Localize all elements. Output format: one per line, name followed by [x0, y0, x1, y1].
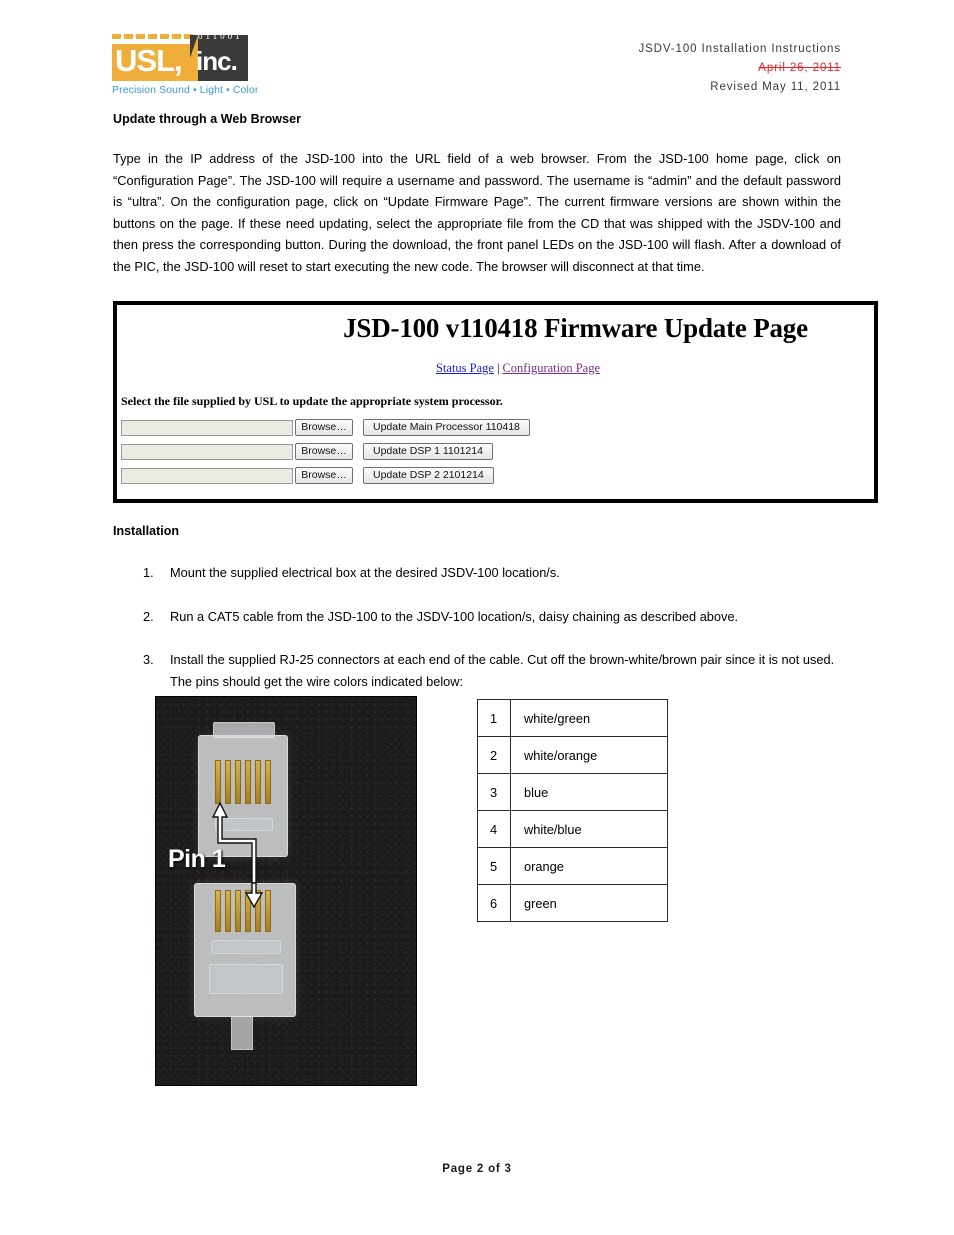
step-text: Run a CAT5 cable from the JSD-100 to the…: [170, 608, 739, 624]
logo-text-usl: USL,: [115, 43, 183, 78]
table-row: 4 white/blue: [477, 810, 668, 848]
page-footer: Page 2 of 3: [0, 1163, 954, 1175]
wire-color-cell: white/blue: [510, 810, 668, 848]
wire-color-cell: orange: [510, 847, 668, 885]
logo-dash: [124, 34, 133, 39]
logo-binary-digits: 011001: [198, 31, 243, 41]
logo-dash: [148, 34, 157, 39]
firmware-page-nav-links: Status Page | Configuration Page: [117, 361, 874, 376]
step-text: Mount the supplied electrical box at the…: [170, 565, 560, 580]
header-revised-date: Revised May 11, 2011: [710, 81, 841, 93]
firmware-update-rows: Browse… Update Main Processor 110418 Bro…: [117, 419, 874, 484]
installation-step: 1. Mount the supplied electrical box at …: [113, 562, 841, 584]
table-row: 1 white/green: [477, 699, 668, 737]
browse-button-dsp1[interactable]: Browse…: [295, 443, 353, 460]
usl-logo: 011001 USL, inc. Precision Sound • Light…: [112, 31, 259, 96]
pin-number-cell: 1: [477, 699, 511, 737]
pin-number-cell: 3: [477, 773, 511, 811]
firmware-row-dsp1: Browse… Update DSP 1 1101214: [121, 443, 874, 460]
document-page: 011001 USL, inc. Precision Sound • Light…: [0, 0, 954, 1235]
table-row: 5 orange: [477, 847, 668, 885]
logo-tagline: Precision Sound • Light • Color: [112, 84, 259, 96]
pin-number-cell: 6: [477, 884, 511, 922]
logo-body: USL, inc.: [112, 35, 248, 81]
file-path-input-dsp1[interactable]: [121, 443, 293, 460]
pin1-caption: Pin 1: [168, 845, 226, 873]
step-text: Install the supplied RJ-25 connectors at…: [170, 652, 835, 689]
update-dsp1-button[interactable]: Update DSP 1 1101214: [363, 443, 493, 460]
firmware-update-page-screenshot: JSD-100 v110418 Firmware Update Page Sta…: [113, 301, 878, 503]
installation-section: Installation 1. Mount the supplied elect…: [113, 524, 841, 714]
step-number: 2.: [143, 608, 154, 624]
section-heading-installation: Installation: [113, 524, 179, 538]
pin-number-cell: 5: [477, 847, 511, 885]
logo-dash: [172, 34, 181, 39]
file-path-input-dsp2[interactable]: [121, 467, 293, 484]
update-main-processor-button[interactable]: Update Main Processor 110418: [363, 419, 530, 436]
wire-color-cell: white/green: [510, 699, 668, 737]
browse-button-dsp2[interactable]: Browse…: [295, 467, 353, 484]
step-number: 1.: [143, 565, 154, 580]
link-configuration-page[interactable]: Configuration Page: [502, 361, 600, 375]
header-doc-info: JSDV-100 Installation Instructions April…: [638, 40, 841, 97]
step-number: 3.: [143, 652, 154, 667]
rj25-connector-photo: Pin 1: [155, 696, 417, 1086]
installation-steps-list: 1. Mount the supplied electrical box at …: [113, 562, 841, 692]
firmware-row-dsp2: Browse… Update DSP 2 2101214: [121, 467, 874, 484]
pin-wire-color-table: 1 white/green 2 white/orange 3 blue 4 wh…: [477, 699, 668, 922]
header-original-date: April 26, 2011: [758, 62, 841, 74]
firmware-page-title: JSD-100 v110418 Firmware Update Page: [343, 313, 808, 343]
table-row: 6 green: [477, 884, 668, 922]
pin1-arrow-annotations: [211, 801, 264, 909]
browse-button-main[interactable]: Browse…: [295, 419, 353, 436]
table-row: 3 blue: [477, 773, 668, 811]
pin-number-cell: 4: [477, 810, 511, 848]
installation-step: 2. Run a CAT5 cable from the JSD-100 to …: [113, 606, 841, 628]
file-path-input-main[interactable]: [121, 419, 293, 436]
table-row: 2 white/orange: [477, 736, 668, 774]
web-browser-section: Update through a Web Browser Type in the…: [113, 112, 841, 277]
pin-number-cell: 2: [477, 736, 511, 774]
link-status-page[interactable]: Status Page: [436, 361, 494, 375]
logo-dash: [160, 34, 169, 39]
logo-dash: [136, 34, 145, 39]
logo-text-inc: inc.: [196, 46, 238, 76]
logo-dash: [112, 34, 121, 39]
installation-step: 3. Install the supplied RJ-25 connectors…: [113, 649, 841, 692]
page-number-label: Page 2 of 3: [442, 1163, 512, 1175]
wire-color-cell: green: [510, 884, 668, 922]
page-header: 011001 USL, inc. Precision Sound • Light…: [0, 30, 954, 108]
header-doc-title: JSDV-100 Installation Instructions: [638, 43, 841, 55]
wire-color-cell: blue: [510, 773, 668, 811]
section-heading-update-web-browser: Update through a Web Browser: [113, 112, 301, 126]
firmware-row-main-processor: Browse… Update Main Processor 110418: [121, 419, 874, 436]
wire-color-cell: white/orange: [510, 736, 668, 774]
firmware-page-instruction: Select the file supplied by USL to updat…: [121, 394, 503, 408]
logo-dashes: [112, 34, 193, 39]
section-paragraph: Type in the IP address of the JSD-100 in…: [113, 151, 841, 274]
update-dsp2-button[interactable]: Update DSP 2 2101214: [363, 467, 494, 484]
